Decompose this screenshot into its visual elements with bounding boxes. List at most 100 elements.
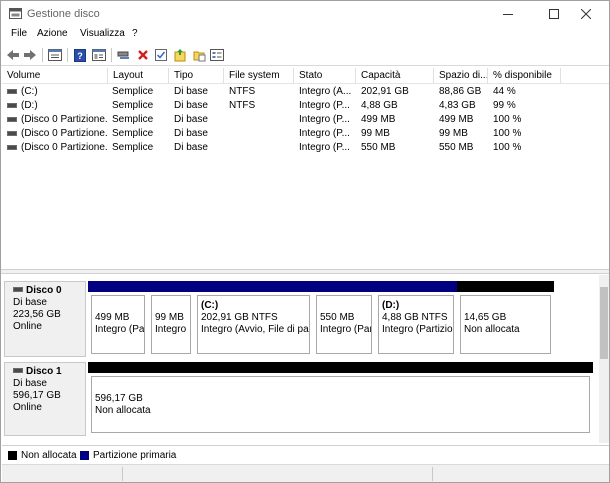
minimize-button[interactable]: [485, 1, 531, 27]
menu-help[interactable]: ?: [129, 28, 141, 39]
list-view-button[interactable]: [47, 47, 63, 63]
disk-0-info[interactable]: Disco 0 Di base 223,56 GB Online: [4, 281, 86, 357]
forward-button[interactable]: [22, 47, 38, 63]
column-header-spazio-disponibile[interactable]: Spazio di...: [434, 68, 488, 84]
open-folder-button[interactable]: [191, 47, 207, 63]
vertical-scrollbar[interactable]: [599, 275, 609, 443]
unallocated-block[interactable]: 596,17 GB Non allocata: [88, 362, 593, 436]
check-button[interactable]: [153, 47, 169, 63]
disk-management-app-icon: [9, 8, 22, 19]
volume-row[interactable]: (Disco 0 Partizione... Semplice Di base …: [2, 113, 609, 127]
disk-status: Online: [13, 402, 42, 413]
volume-spazio-disponibile: 88,86 GB: [439, 86, 482, 97]
volume-layout: Semplice: [112, 114, 154, 125]
partition-body: 596,17 GB Non allocata: [91, 376, 590, 433]
partition-body: 499 MB Integro (Pa: [91, 295, 145, 354]
partition-body: 99 MB Integro: [151, 295, 191, 354]
volume-row[interactable]: (Disco 0 Partizione... Semplice Di base …: [2, 127, 609, 141]
partition-block[interactable]: (D:) 4,88 GB NTFS Integro (Partizior: [375, 281, 457, 357]
partition-status: Non allocata: [464, 324, 520, 335]
volume-capacita: 4,88 GB: [361, 100, 398, 111]
unallocated-block[interactable]: 14,65 GB Non allocata: [457, 281, 554, 357]
volume-stato: Integro (P...: [299, 142, 350, 153]
menu-azione[interactable]: Azione: [34, 28, 71, 39]
console-tree-icon: [92, 49, 106, 61]
menu-file[interactable]: File: [8, 28, 30, 39]
scrollbar-thumb[interactable]: [600, 287, 608, 359]
volume-file-system: NTFS: [229, 100, 256, 111]
volume-percent-disponibile: 99 %: [493, 100, 516, 111]
partition-body: (D:) 4,88 GB NTFS Integro (Partizior: [378, 295, 454, 354]
column-header-percent-disponibile[interactable]: % disponibile: [488, 68, 561, 84]
connect-button[interactable]: [116, 47, 132, 63]
console-tree-button[interactable]: [91, 47, 107, 63]
primary-partition-bar: [313, 281, 375, 292]
volume-tipo: Di base: [174, 142, 208, 153]
volume-percent-disponibile: 44 %: [493, 86, 516, 97]
volume-icon: [7, 117, 17, 122]
maximize-icon: [549, 9, 559, 19]
menu-visualizza[interactable]: Visualizza: [77, 28, 128, 39]
legend: Non allocata Partizione primaria: [2, 445, 609, 463]
volume-tipo: Di base: [174, 128, 208, 139]
partition-name: (D:): [382, 300, 400, 311]
volume-icon: [7, 89, 17, 94]
volume-name: (C:): [21, 86, 38, 97]
volume-row[interactable]: (Disco 0 Partizione... Semplice Di base …: [2, 141, 609, 155]
partition-block[interactable]: 99 MB Integro: [148, 281, 194, 357]
back-button[interactable]: [5, 47, 21, 63]
partition-size: 202,91 GB NTFS: [201, 312, 278, 323]
disk-1-info[interactable]: Disco 1 Di base 596,17 GB Online: [4, 362, 86, 436]
partition-size: 596,17 GB: [95, 393, 143, 404]
pane-splitter[interactable]: [1, 269, 609, 274]
column-header-file-system[interactable]: File system: [224, 68, 294, 84]
volume-spazio-disponibile: 99 MB: [439, 128, 468, 139]
primary-partition-bar: [148, 281, 194, 292]
primary-partition-bar: [194, 281, 313, 292]
import-icon: [174, 48, 186, 61]
volume-layout: Semplice: [112, 142, 154, 153]
column-header-capacita[interactable]: Capacità: [356, 68, 434, 84]
disk-size: 596,17 GB: [13, 390, 61, 401]
volume-stato: Integro (P...: [299, 114, 350, 125]
back-icon: [7, 50, 19, 60]
volume-row[interactable]: (C:) Semplice Di base NTFS Integro (A...…: [2, 85, 609, 99]
help-button[interactable]: ?: [72, 47, 88, 63]
svg-text:?: ?: [77, 51, 83, 61]
disk-graphical-view: Disco 0 Di base 223,56 GB Online 499 MB …: [2, 275, 609, 443]
import-button[interactable]: [172, 47, 188, 63]
close-button[interactable]: [563, 1, 609, 27]
volume-name: (Disco 0 Partizione...: [21, 128, 107, 139]
disk-size: 223,56 GB: [13, 309, 61, 320]
column-header-tipo[interactable]: Tipo: [169, 68, 224, 84]
column-header-layout[interactable]: Layout: [108, 68, 169, 84]
volume-stato: Integro (P...: [299, 128, 350, 139]
partition-size: 99 MB: [155, 312, 184, 323]
menu-bar: File Azione Visualizza ?: [1, 27, 609, 43]
partition-size: 550 MB: [320, 312, 355, 323]
details-button[interactable]: [209, 47, 225, 63]
partition-block[interactable]: (C:) 202,91 GB NTFS Integro (Avvio, File…: [194, 281, 313, 357]
volume-name: (Disco 0 Partizione...: [21, 114, 107, 125]
column-header-volume[interactable]: Volume: [2, 68, 108, 84]
volume-stato: Integro (P...: [299, 100, 350, 111]
volume-list-header: Volume Layout Tipo File system Stato Cap…: [2, 68, 609, 84]
volume-stato: Integro (A...: [299, 86, 352, 97]
partition-block[interactable]: 499 MB Integro (Pa: [88, 281, 148, 357]
column-header-stato[interactable]: Stato: [294, 68, 356, 84]
partition-status: Integro (Pa: [95, 324, 144, 335]
volume-layout: Semplice: [112, 100, 154, 111]
volume-file-system: [229, 113, 293, 127]
list-view-icon: [48, 49, 62, 61]
volume-row[interactable]: (D:) Semplice Di base NTFS Integro (P...…: [2, 99, 609, 113]
partition-size: 14,65 GB: [464, 312, 507, 323]
partition-block[interactable]: 550 MB Integro (Par: [313, 281, 375, 357]
volume-capacita: 550 MB: [361, 142, 396, 153]
status-bar-segment: [122, 467, 123, 481]
partition-status: Integro (Partizior: [382, 324, 453, 335]
volume-icon: [7, 131, 17, 136]
delete-button[interactable]: [135, 47, 151, 63]
partition-status: Integro (Avvio, File di pag: [201, 324, 309, 335]
volume-layout: Semplice: [112, 128, 154, 139]
volume-capacita: 499 MB: [361, 114, 396, 125]
